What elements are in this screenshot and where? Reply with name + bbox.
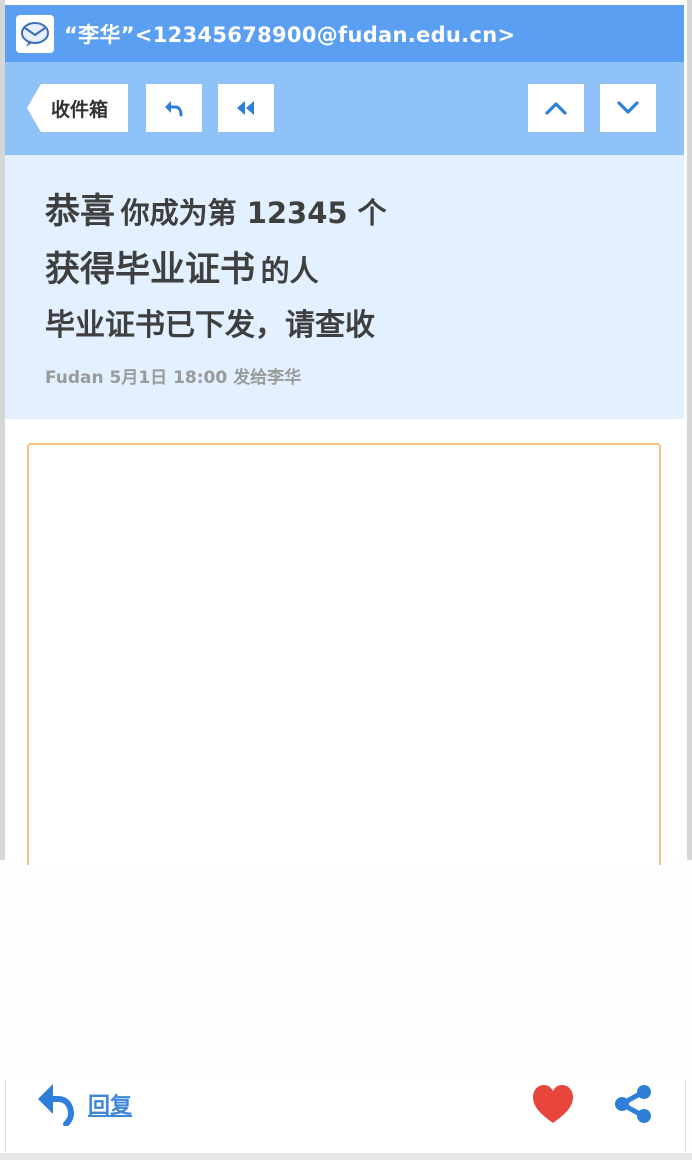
frame-edge-right [687, 0, 692, 860]
message-content-box[interactable] [27, 443, 661, 865]
next-email-button[interactable] [600, 84, 656, 132]
bottom-action-bar: 回复 [5, 1080, 686, 1153]
subject-emphasis: 获得毕业证书 [45, 250, 256, 290]
reply-icon [165, 101, 183, 117]
reply-button[interactable] [146, 84, 202, 132]
bottom-divider [0, 1153, 692, 1160]
previous-email-button[interactable] [528, 84, 584, 132]
email-screen: “李华”<12345678900@fudan.edu.cn> 收件箱 恭喜 你成… [0, 0, 692, 1160]
back-to-inbox-button[interactable]: 收件箱 [27, 84, 128, 132]
reply-action[interactable]: 回复 [36, 1082, 132, 1126]
favorite-button[interactable] [530, 1082, 576, 1130]
subject-text: 的人 [260, 254, 319, 288]
reply-label: 回复 [88, 1094, 133, 1119]
reply-all-button[interactable] [218, 84, 274, 132]
subject-line-3: 毕业证书已下发，请查收 [45, 308, 375, 343]
title-bar: “李华”<12345678900@fudan.edu.cn> [5, 5, 684, 62]
chevron-down-icon [617, 101, 639, 114]
subject-line-1: 恭喜 你成为第 12345 个 [45, 183, 387, 234]
reply-icon [38, 1084, 75, 1126]
email-meta: Fudan 5月1日 18:00 发给李华 [45, 368, 302, 388]
share-button[interactable] [612, 1084, 654, 1128]
email-body [5, 419, 684, 865]
sender-address: “李华”<12345678900@fudan.edu.cn> [64, 22, 516, 47]
email-header: 恭喜 你成为第 12345 个 获得毕业证书 的人 毕业证书已下发，请查收 Fu… [5, 155, 684, 419]
inbox-label: 收件箱 [51, 98, 109, 121]
chevron-up-icon [545, 102, 567, 115]
reply-all-icon [237, 101, 254, 115]
toolbar: 收件箱 [5, 62, 684, 155]
subject-line-2: 获得毕业证书 的人 [45, 241, 319, 292]
heart-icon [533, 1085, 573, 1123]
share-icon [615, 1085, 651, 1123]
mail-app-icon [16, 14, 54, 53]
subject-emphasis: 恭喜 [45, 192, 116, 232]
subject-text: 你成为第 12345 个 [120, 196, 387, 230]
